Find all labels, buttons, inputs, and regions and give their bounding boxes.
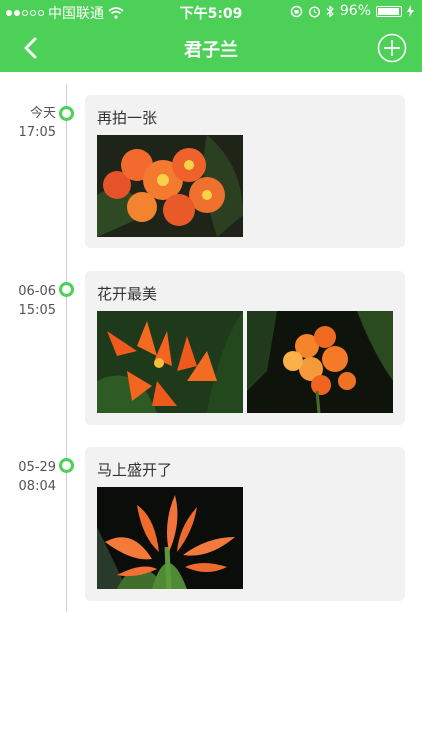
entry-date-time: 06-06 15:05	[0, 282, 56, 320]
entry-caption: 马上盛开了	[97, 461, 173, 479]
entry-caption: 花开最美	[97, 285, 158, 303]
navigation-bar: 君子兰	[0, 24, 422, 72]
timeline-card[interactable]: 花开最美	[85, 271, 405, 425]
timeline-marker	[59, 106, 74, 121]
entry-time: 17:05	[18, 125, 56, 140]
timeline-card[interactable]: 马上盛开了	[85, 447, 405, 601]
status-right: 96%	[290, 3, 414, 19]
timeline-marker	[59, 458, 74, 473]
entry-caption: 再拍一张	[97, 109, 158, 127]
clivia-photo[interactable]	[97, 311, 243, 413]
timeline-line	[66, 84, 67, 612]
status-bar: 中国联通 下午5:09 96%	[0, 0, 422, 24]
timeline-card[interactable]: 再拍一张	[85, 95, 405, 248]
clivia-photo[interactable]	[97, 135, 243, 237]
entry-time: 08:04	[18, 479, 56, 494]
bluetooth-icon	[326, 4, 334, 18]
timeline-marker	[59, 282, 74, 297]
entry-date-time: 05-29 08:04	[0, 458, 56, 496]
battery-percent: 96%	[339, 3, 371, 19]
entry-date: 今天	[29, 106, 56, 121]
charging-icon	[407, 5, 414, 17]
entry-date: 05-29	[18, 460, 56, 475]
alarm-icon	[308, 5, 320, 18]
orientation-lock-icon	[290, 5, 303, 17]
entry-date: 06-06	[18, 284, 56, 299]
entry-date-time: 今天 17:05	[0, 104, 56, 142]
entry-time: 15:05	[18, 303, 56, 318]
add-button[interactable]	[377, 33, 407, 63]
page-title: 君子兰	[184, 40, 238, 61]
clivia-photo[interactable]	[247, 311, 393, 413]
clivia-photo[interactable]	[97, 487, 243, 589]
battery-icon	[376, 5, 402, 17]
